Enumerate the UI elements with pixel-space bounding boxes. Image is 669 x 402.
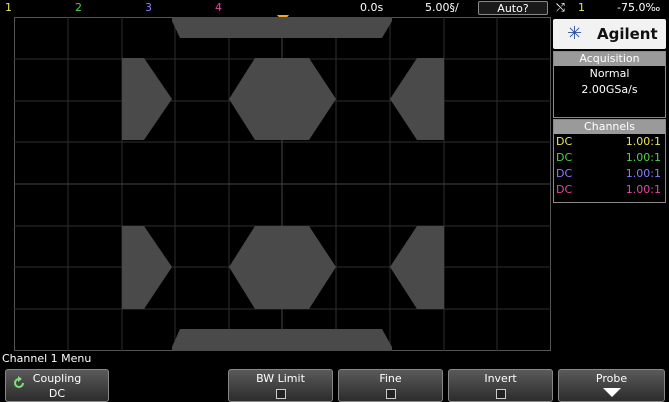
waveform-display[interactable] [14,17,551,351]
fine-label: Fine [379,372,402,385]
channel-2-indicator[interactable]: 2 [75,1,82,15]
trigger-level: -75.0‰ [617,1,661,14]
channel-3-indicator[interactable]: 3 [145,1,152,15]
coupling-softkey[interactable]: Coupling DC [5,369,109,402]
agilent-logo: ✳ Agilent [553,19,666,49]
invert-label: Invert [484,372,517,385]
time-offset: 0.0s [360,1,384,14]
channels-title: Channels [554,120,665,134]
trigger-source: 1 [578,1,585,14]
submenu-arrow-icon [602,388,621,397]
menu-title: Channel 1 Menu [2,352,92,365]
invert-checkbox[interactable] [495,389,506,399]
status-bar: 1 2 3 4 0.0s 5.00§/ Auto? ⤭ 1 -75.0‰ [0,0,669,17]
time-scale: 5.00§/ [425,1,459,14]
channel-row: DC 1.00:1 [556,167,661,180]
channel-4-indicator[interactable]: 4 [215,1,222,15]
fine-checkbox[interactable] [385,389,396,399]
acquisition-mode: Normal [589,67,630,80]
coupling-value: DC [48,387,66,400]
probe-softkey[interactable]: Probe [558,369,665,402]
trigger-edge-icon: ⤭ [556,1,565,14]
probe-label: Probe [595,372,628,385]
channel-row: DC 1.00:1 [556,183,661,196]
bw-limit-checkbox[interactable] [275,389,286,399]
channels-panel: Channels DC 1.00:1 DC 1.00:1 DC 1.00:1 D… [553,119,666,203]
mask-bottom [172,329,392,351]
channel-row: DC 1.00:1 [556,135,661,148]
channel-row: DC 1.00:1 [556,151,661,164]
fine-softkey[interactable]: Fine [338,369,443,402]
acquisition-panel: Acquisition Normal 2.00GSa/s [553,51,666,118]
bw-limit-softkey[interactable]: BW Limit [228,369,333,402]
graticule [14,17,551,351]
invert-softkey[interactable]: Invert [448,369,553,402]
coupling-label: Coupling [32,372,82,385]
agilent-spark-icon: ✳ [567,23,583,44]
bw-limit-label: BW Limit [256,372,305,385]
sample-rate: 2.00GSa/s [581,83,638,96]
trigger-mode-button[interactable]: Auto? [478,1,548,15]
acquisition-title: Acquisition [554,52,665,66]
mask-top [172,17,392,38]
channel-1-indicator[interactable]: 1 [5,1,12,15]
